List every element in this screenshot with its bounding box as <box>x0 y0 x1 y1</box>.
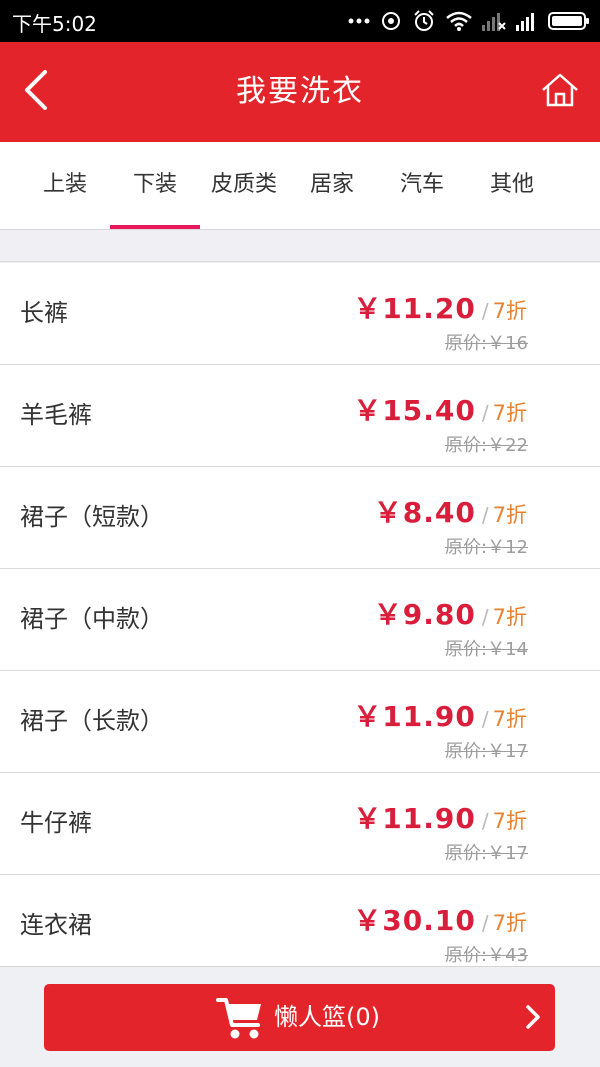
nav-bar: 我要洗衣 <box>0 42 600 142</box>
category-tabs: 上装 下装 皮质类 居家 汽车 其他 <box>0 142 600 230</box>
status-icons <box>348 6 590 36</box>
price-line: ￥8.40 / 7折 <box>374 491 527 529</box>
item-name: 裙子（短款） <box>20 503 164 531</box>
price-line: ￥30.10 / 7折 <box>353 899 527 937</box>
list-item[interactable]: 裙子（中款） ￥9.80 / 7折 原价:￥14 <box>0 569 600 671</box>
item-discount: 7折 <box>492 503 527 527</box>
item-name: 裙子（中款） <box>20 605 164 633</box>
item-discount: 7折 <box>492 707 527 731</box>
chevron-right-icon <box>525 1004 541 1034</box>
item-price: ￥11.90 <box>353 700 476 733</box>
tab-other[interactable]: 其他 <box>467 142 557 230</box>
item-name: 牛仔裤 <box>20 809 92 837</box>
item-discount: 7折 <box>492 809 527 833</box>
price-line: ￥15.40 / 7折 <box>353 389 527 427</box>
alarm-icon <box>412 9 436 33</box>
item-name: 羊毛裤 <box>20 401 92 429</box>
active-tab-indicator <box>110 225 200 229</box>
list-item[interactable]: 裙子（长款） ￥11.90 / 7折 原价:￥17 <box>0 671 600 773</box>
price-separator: / <box>481 299 489 323</box>
chevron-left-icon <box>21 68 51 116</box>
item-price: ￥15.40 <box>353 394 476 427</box>
item-discount: 7折 <box>492 299 527 323</box>
signal-icon <box>516 11 538 31</box>
original-price: 原价:￥17 <box>445 741 528 762</box>
price-separator: / <box>481 401 489 425</box>
more-dots-icon <box>348 17 370 25</box>
original-price: 原价:￥16 <box>445 333 528 354</box>
item-discount: 7折 <box>492 401 527 425</box>
basket-button[interactable]: 懒人篮(0) <box>44 984 555 1051</box>
wifi-icon <box>446 11 472 31</box>
shopping-cart-icon <box>216 995 264 1045</box>
original-price: 原价:￥14 <box>445 639 528 660</box>
bottom-bar: 懒人篮(0) <box>0 966 600 1067</box>
sync-icon <box>380 10 402 32</box>
item-price: ￥30.10 <box>353 904 476 937</box>
home-button[interactable] <box>530 62 590 122</box>
tab-home[interactable]: 居家 <box>287 142 377 230</box>
item-name: 长裤 <box>20 299 68 327</box>
basket-label: 懒人篮(0) <box>274 1003 380 1031</box>
status-bar: 下午5:02 <box>0 0 600 42</box>
price-line: ￥9.80 / 7折 <box>374 593 527 631</box>
price-line: ￥11.20 / 7折 <box>353 287 527 325</box>
page-title: 我要洗衣 <box>236 74 364 109</box>
list-item[interactable]: 连衣裙 ￥30.10 / 7折 原价:￥43 <box>0 875 600 966</box>
price-separator: / <box>481 503 489 527</box>
battery-icon <box>548 11 590 31</box>
section-gap <box>0 231 600 262</box>
list-item[interactable]: 长裤 ￥11.20 / 7折 原价:￥16 <box>0 263 600 365</box>
original-price: 原价:￥43 <box>445 945 528 966</box>
tab-leather[interactable]: 皮质类 <box>199 142 289 230</box>
item-discount: 7折 <box>492 605 527 629</box>
list-item[interactable]: 羊毛裤 ￥15.40 / 7折 原价:￥22 <box>0 365 600 467</box>
price-separator: / <box>481 605 489 629</box>
item-price: ￥9.80 <box>373 598 476 631</box>
tab-tops[interactable]: 上装 <box>20 142 110 230</box>
signal-no-sim-icon <box>482 11 506 31</box>
list-item[interactable]: 裙子（短款） ￥8.40 / 7折 原价:￥12 <box>0 467 600 569</box>
original-price: 原价:￥17 <box>445 843 528 864</box>
back-button[interactable] <box>6 62 66 122</box>
price-separator: / <box>481 809 489 833</box>
item-price: ￥8.40 <box>373 496 476 529</box>
price-line: ￥11.90 / 7折 <box>353 797 527 835</box>
status-time: 下午5:02 <box>12 12 97 36</box>
tab-bottoms[interactable]: 下装 <box>110 142 200 230</box>
item-name: 裙子（长款） <box>20 707 164 735</box>
item-discount: 7折 <box>492 911 527 935</box>
item-price: ￥11.20 <box>353 292 476 325</box>
original-price: 原价:￥12 <box>445 537 528 558</box>
list-item[interactable]: 牛仔裤 ￥11.90 / 7折 原价:￥17 <box>0 773 600 875</box>
price-separator: / <box>481 911 489 935</box>
original-price: 原价:￥22 <box>445 435 528 456</box>
tab-car[interactable]: 汽车 <box>377 142 467 230</box>
price-line: ￥11.90 / 7折 <box>353 695 527 733</box>
item-name: 连衣裙 <box>20 911 92 939</box>
home-icon <box>540 72 580 112</box>
price-separator: / <box>481 707 489 731</box>
item-price: ￥11.90 <box>353 802 476 835</box>
item-list: 长裤 ￥11.20 / 7折 原价:￥16 羊毛裤 ￥15.40 / 7折 原价… <box>0 263 600 966</box>
